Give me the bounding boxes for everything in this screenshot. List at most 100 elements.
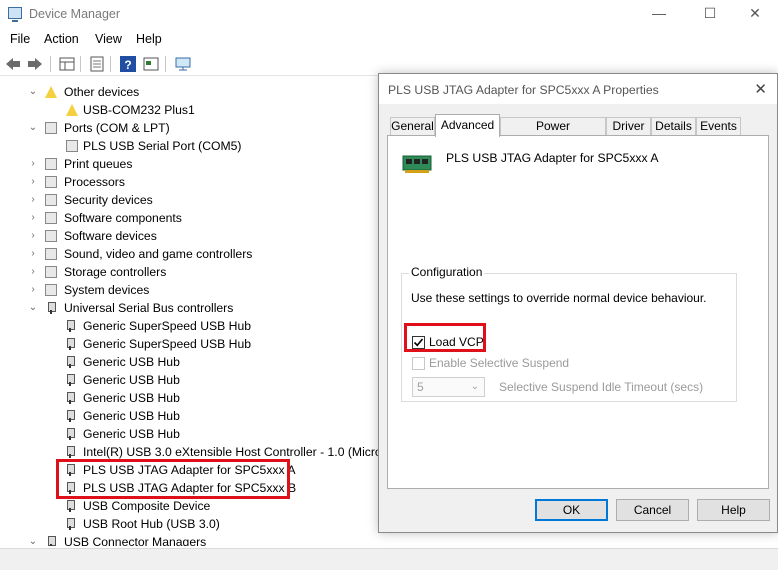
tree-item-label: USB-COM232 Plus1: [83, 103, 195, 117]
back-arrow-icon[interactable]: [4, 55, 22, 73]
help-button[interactable]: Help: [697, 499, 770, 521]
usb-icon: [64, 374, 76, 386]
load-vcp-highlight-box: [404, 323, 486, 352]
toolbar-separator: [110, 56, 111, 72]
tree-item-label: USB Root Hub (USB 3.0): [83, 517, 220, 531]
status-bar: [0, 548, 778, 570]
chevron-down-icon: ⌄: [470, 381, 479, 392]
idle-timeout-label: Selective Suspend Idle Timeout (secs): [499, 380, 704, 394]
tab-power-management[interactable]: Power Management: [500, 117, 606, 150]
menu-bar: File Action View Help: [0, 30, 778, 50]
printer-icon: [45, 158, 57, 170]
tree-item-label: Generic USB Hub: [83, 427, 180, 441]
toolbar-separator: [165, 56, 166, 72]
tree-item-label: Software components: [64, 211, 182, 225]
tree-item-label: Generic USB Hub: [83, 355, 180, 369]
circuit-board-icon: [402, 155, 432, 173]
expand-chevron-icon[interactable]: ⌄: [28, 119, 38, 137]
usb-icon: [64, 518, 76, 530]
tab-details[interactable]: Details: [651, 117, 696, 136]
menu-view[interactable]: View: [95, 32, 122, 46]
usb-icon: [64, 446, 76, 458]
storage-icon: [45, 266, 57, 278]
idle-timeout-select[interactable]: 5 ⌄: [412, 377, 485, 397]
software-icon: [45, 212, 57, 224]
expand-chevron-icon[interactable]: ›: [28, 281, 38, 299]
ok-button[interactable]: OK: [535, 499, 608, 521]
toolbar-separator: [80, 56, 81, 72]
expand-chevron-icon[interactable]: ›: [28, 191, 38, 209]
dialog-title-bar: PLS USB JTAG Adapter for SPC5xxx A Prope…: [379, 74, 777, 104]
tree-item-label: USB Composite Device: [83, 499, 211, 513]
sound-icon: [45, 248, 57, 260]
help-icon[interactable]: ?: [119, 55, 137, 73]
properties-grid-icon[interactable]: [58, 55, 76, 73]
view-device-icon[interactable]: [142, 55, 160, 73]
tree-item-label: Print queues: [64, 157, 133, 171]
tree-item-label: Universal Serial Bus controllers: [64, 301, 234, 315]
system-icon: [45, 284, 57, 296]
expand-chevron-icon[interactable]: ⌄: [28, 533, 38, 546]
tree-item-label: Ports (COM & LPT): [64, 121, 170, 135]
usb-icon: [45, 536, 57, 546]
tree-item-label: Generic USB Hub: [83, 391, 180, 405]
tree-item-label: Generic SuperSpeed USB Hub: [83, 319, 252, 333]
tree-item-label: Other devices: [64, 85, 140, 99]
tree-item-label: PLS USB Serial Port (COM5): [83, 139, 242, 153]
usb-icon: [64, 338, 76, 350]
security-icon: [45, 194, 57, 206]
tree-item-label: USB Connector Managers: [64, 535, 207, 546]
tab-events[interactable]: Events: [696, 117, 741, 136]
tree-item-label: Generic USB Hub: [83, 373, 180, 387]
tree-item-label: Generic USB Hub: [83, 409, 180, 423]
dialog-close-button[interactable]: ✕: [754, 80, 767, 98]
usb-icon: [64, 392, 76, 404]
software-icon: [45, 230, 57, 242]
expand-chevron-icon[interactable]: ›: [28, 209, 38, 227]
tree-item-label: System devices: [64, 283, 150, 297]
port-icon: [66, 140, 78, 152]
properties-dialog: PLS USB JTAG Adapter for SPC5xxx A Prope…: [378, 73, 778, 533]
menu-action[interactable]: Action: [44, 32, 79, 46]
expand-chevron-icon[interactable]: ›: [28, 263, 38, 281]
advanced-tab-panel: PLS USB JTAG Adapter for SPC5xxx A Confi…: [387, 135, 769, 489]
expand-chevron-icon[interactable]: ⌄: [28, 299, 38, 317]
tree-item-label: Storage controllers: [64, 265, 167, 279]
cancel-button[interactable]: Cancel: [616, 499, 689, 521]
toolbar-separator: [50, 56, 51, 72]
tree-item-label: Sound, video and game controllers: [64, 247, 253, 261]
warning-device-icon: [66, 104, 78, 116]
usb-icon: [64, 320, 76, 332]
device-name: PLS USB JTAG Adapter for SPC5xxx A: [446, 151, 659, 165]
tree-item-label: Security devices: [64, 193, 153, 207]
tree-item-label: Processors: [64, 175, 125, 189]
minimize-button[interactable]: —: [636, 0, 682, 28]
expand-chevron-icon[interactable]: ›: [28, 227, 38, 245]
tab-advanced[interactable]: Advanced: [435, 114, 500, 137]
menu-file[interactable]: File: [10, 32, 30, 46]
forward-arrow-icon[interactable]: [26, 55, 44, 73]
expand-chevron-icon[interactable]: ›: [28, 155, 38, 173]
idle-timeout-value: 5: [417, 380, 424, 394]
maximize-button[interactable]: ☐: [687, 0, 733, 28]
close-button[interactable]: ✕: [732, 0, 778, 28]
configuration-description: Use these settings to override normal de…: [411, 291, 707, 305]
dialog-title: PLS USB JTAG Adapter for SPC5xxx A Prope…: [388, 83, 659, 97]
svg-text:?: ?: [124, 58, 131, 72]
tab-general[interactable]: General: [390, 117, 435, 136]
expand-chevron-icon[interactable]: ⌄: [28, 83, 38, 101]
tree-item-label: Software devices: [64, 229, 157, 243]
properties-sheet-icon[interactable]: [88, 55, 106, 73]
expand-chevron-icon[interactable]: ›: [28, 173, 38, 191]
usb-icon: [64, 410, 76, 422]
scan-hardware-icon[interactable]: [174, 55, 192, 73]
selective-suspend-checkbox[interactable]: [412, 357, 425, 370]
title-bar: Device Manager — ☐ ✕: [0, 0, 778, 28]
tab-driver[interactable]: Driver: [606, 117, 651, 136]
expand-chevron-icon[interactable]: ›: [28, 245, 38, 263]
tree-item-label: Generic SuperSpeed USB Hub: [83, 337, 252, 351]
usb-icon: [64, 428, 76, 440]
usb-icon: [64, 356, 76, 368]
menu-help[interactable]: Help: [136, 32, 162, 46]
port-icon: [45, 122, 57, 134]
